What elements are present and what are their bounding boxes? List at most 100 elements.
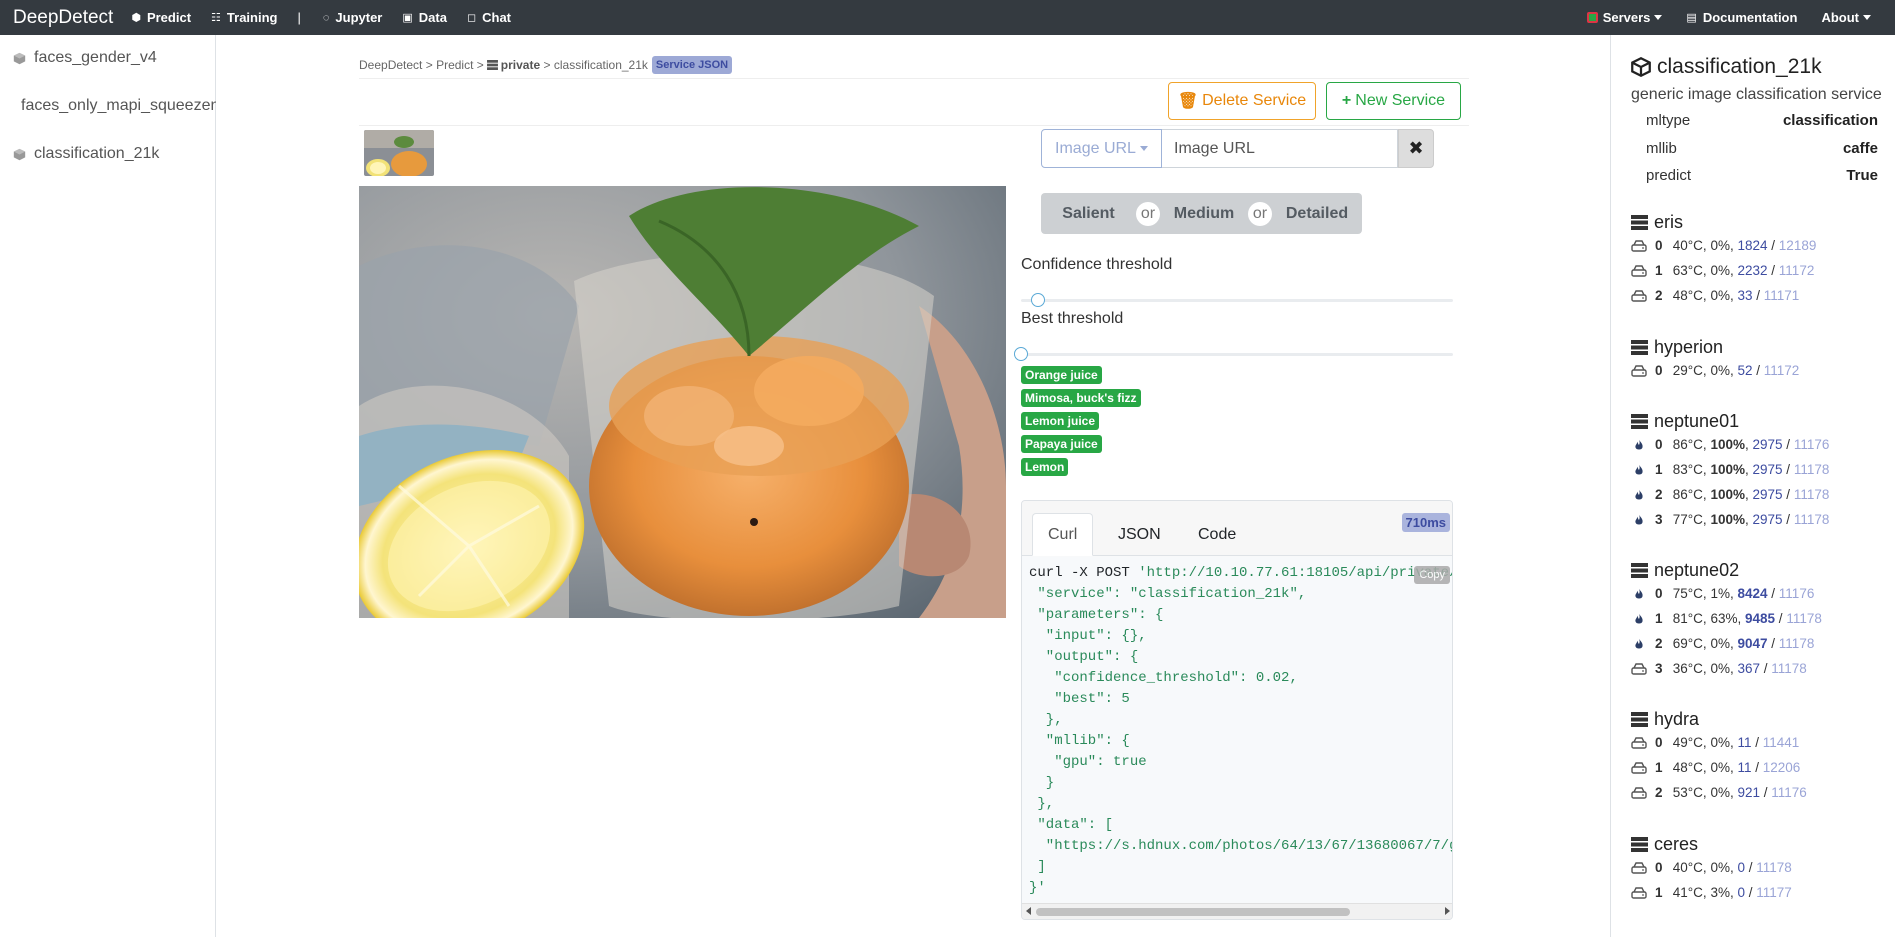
nav-training[interactable]: ☷ Training: [211, 10, 277, 25]
fire-icon: [1635, 489, 1643, 499]
best-threshold-slider[interactable]: [1014, 347, 1453, 361]
tab-code[interactable]: Code: [1183, 513, 1251, 556]
prediction-tag: Papaya juice: [1021, 435, 1102, 453]
nav-documentation[interactable]: ▤ Documentation: [1686, 10, 1797, 25]
tab-curl[interactable]: Curl: [1032, 513, 1094, 556]
gpu-index: 0: [1655, 437, 1663, 452]
gpu-temp: 75°C,: [1672, 586, 1707, 601]
gpu-index: 2: [1655, 487, 1663, 502]
plus-icon: +: [1341, 92, 1352, 109]
scrollbar-thumb[interactable]: [1036, 908, 1350, 916]
gpu-index: 0: [1655, 860, 1663, 875]
gpu-index: 0: [1655, 586, 1663, 601]
clear-url-button[interactable]: ✖: [1398, 129, 1434, 168]
sidebar-item-faces-only-mapi[interactable]: faces_only_mapi_squeezenet: [13, 97, 216, 115]
gpu-mem-total: 11176: [1778, 586, 1815, 601]
gpu-mem-used: 2975: [1752, 512, 1783, 527]
gpu-temp: 86°C,: [1672, 437, 1707, 452]
slider-handle[interactable]: [1031, 293, 1046, 307]
new-service-button[interactable]: + New Service: [1326, 82, 1461, 120]
gpu-row: 1 41°C, 3%, 0 / 11177: [1631, 885, 1792, 900]
nav-servers-dropdown[interactable]: Servers: [1586, 10, 1663, 25]
gpu-index: 1: [1655, 462, 1663, 477]
delete-service-button[interactable]: 🗑 Delete Service: [1168, 82, 1316, 120]
nav-right: Servers ▤ Documentation About: [1586, 10, 1895, 25]
code-line: "best": 5: [1029, 689, 1447, 710]
mode-salient-button[interactable]: Salient: [1041, 193, 1136, 234]
image-url-input-group: Image URL ✖: [1041, 129, 1434, 168]
gpu-temp: 53°C,: [1672, 785, 1707, 800]
mode-detailed-button[interactable]: Detailed: [1272, 193, 1362, 234]
nav-chat[interactable]: ◻ Chat: [467, 10, 511, 25]
breadcrumb-predict[interactable]: Predict: [436, 58, 473, 72]
image-url-input[interactable]: [1162, 129, 1398, 168]
scroll-right-icon[interactable]: [1445, 907, 1450, 915]
server-icon: [1631, 414, 1648, 429]
sidebar-item-classification-21k[interactable]: classification_21k: [13, 145, 216, 163]
gpu-row: 1 63°C, 0%, 2232 / 11172: [1631, 263, 1814, 278]
curl-code-block[interactable]: curl -X POST 'http://10.10.77.61:18105/a…: [1022, 557, 1453, 903]
code-line: }': [1029, 878, 1447, 899]
gpu-temp: 77°C,: [1672, 512, 1707, 527]
code-string: "https://s.hdnux.com/photos/64/13/67/136…: [1045, 838, 1453, 854]
service-prop-row: mllib caffe: [1646, 140, 1878, 157]
brand-logo[interactable]: DeepDetect: [13, 7, 113, 29]
gpu-mem-used: 2232: [1737, 263, 1768, 278]
host-name: ceres: [1654, 834, 1699, 854]
gpu-util: 100%: [1710, 437, 1745, 452]
horizontal-scrollbar[interactable]: [1022, 903, 1452, 919]
request-code-card: Curl JSON Code 710ms curl -X POST 'http:…: [1021, 500, 1453, 920]
nav-about-dropdown[interactable]: About: [1821, 10, 1871, 25]
gpu-row: 0 75°C, 1%, 8424 / 11176: [1631, 586, 1814, 601]
input-type-dropdown[interactable]: Image URL: [1041, 129, 1162, 168]
gpu-index: 2: [1655, 785, 1663, 800]
gpu-temp: 41°C,: [1672, 885, 1707, 900]
code-string: "data": [: [1029, 817, 1114, 833]
service-json-badge[interactable]: Service JSON: [651, 56, 733, 74]
gpu-index: 2: [1655, 636, 1663, 651]
fire-icon: [1635, 613, 1643, 623]
breadcrumb-root[interactable]: DeepDetect: [359, 58, 422, 72]
gpu-mem-used: 9485: [1745, 611, 1776, 626]
gpu-mem-used: 367: [1737, 661, 1761, 676]
gpu-mem-total: 12189: [1778, 238, 1817, 253]
breadcrumb-service: classification_21k: [553, 58, 648, 72]
book-icon: ▤: [1686, 12, 1697, 24]
hdd-icon: [1631, 736, 1647, 749]
copy-button[interactable]: Copy: [1414, 566, 1450, 584]
image-thumbnail[interactable]: [364, 130, 434, 176]
gpu-temp: 40°C,: [1672, 238, 1707, 253]
gpu-mem-used: 2975: [1752, 437, 1783, 452]
nav-data[interactable]: ▣ Data: [402, 10, 447, 25]
fire-icon: [1635, 439, 1643, 449]
gpu-temp: 86°C,: [1672, 487, 1707, 502]
server-icon: [486, 60, 498, 70]
hdd-icon: [1631, 786, 1647, 799]
gpu-index: 0: [1655, 735, 1663, 750]
gpu-index: 1: [1655, 885, 1663, 900]
code-string: "best": 5: [1029, 691, 1130, 707]
code-line: "confidence_threshold": 0.02,: [1029, 668, 1447, 689]
thumbnail-image: [364, 130, 434, 176]
mode-medium-button[interactable]: Medium: [1160, 193, 1248, 234]
code-string: },: [1029, 796, 1055, 812]
gpu-temp: 29°C,: [1672, 363, 1707, 378]
code-string: 'http://10.10.77.61:18105/api/private/pr…: [1138, 565, 1452, 581]
server-icon: [1631, 340, 1648, 355]
gpu-mem-total: 11178: [1793, 462, 1830, 477]
gpu-util: 100%: [1710, 512, 1745, 527]
slider-handle[interactable]: [1014, 347, 1028, 361]
confidence-threshold-slider[interactable]: [1021, 293, 1453, 307]
gpu-row: 1 48°C, 0%, 11 / 12206: [1631, 760, 1800, 775]
nav-jupyter[interactable]: ◌ Jupyter: [323, 10, 383, 25]
hdd-icon: [1631, 761, 1647, 774]
service-info-panel: classification_21k generic image classif…: [1610, 35, 1895, 937]
gpu-row: 2 86°C, 100%, 2975 / 11178: [1631, 487, 1829, 502]
breadcrumb-private[interactable]: private: [501, 58, 540, 72]
top-navbar: DeepDetect ⬢ Predict ☷ Training | ◌ Jupyter…: [0, 0, 1895, 35]
nav-predict[interactable]: ⬢ Predict: [131, 10, 191, 25]
tab-json[interactable]: JSON: [1103, 513, 1176, 556]
scroll-left-icon[interactable]: [1026, 907, 1031, 915]
sidebar-item-faces-gender[interactable]: faces_gender_v4: [13, 49, 216, 67]
gpu-row: 0 29°C, 0%, 52 / 11172: [1631, 363, 1799, 378]
